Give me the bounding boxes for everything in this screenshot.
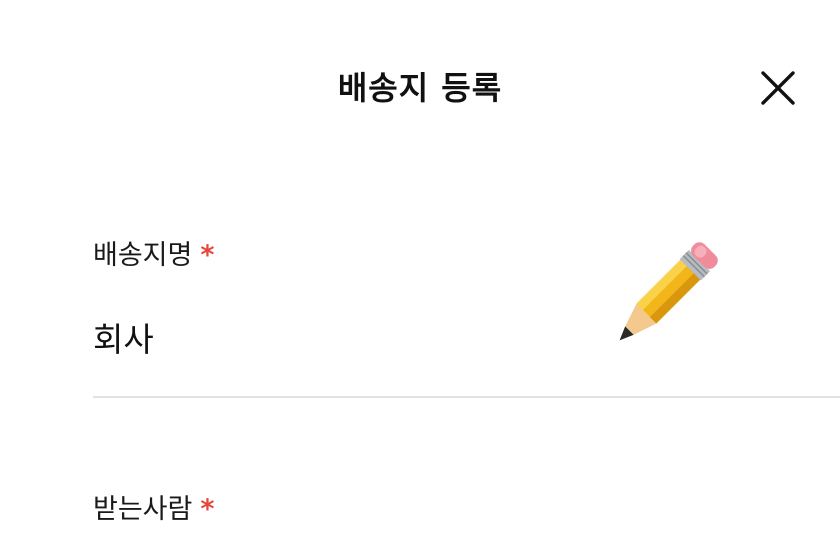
address-name-field[interactable]: 회사 [93, 242, 840, 398]
address-name-label: 배송지명 * [93, 238, 215, 274]
address-name-value[interactable]: 회사 [93, 318, 154, 362]
address-name-label-text: 배송지명 [93, 240, 193, 271]
address-registration-screen: 배송지 등록 배송지명 * 회사 받는사람 * [0, 0, 840, 540]
close-button[interactable] [756, 66, 800, 110]
recipient-label-text: 받는사람 [93, 494, 193, 525]
recipient-label: 받는사람 * [93, 492, 215, 528]
pencil-icon[interactable] [598, 234, 726, 362]
close-icon [761, 71, 795, 105]
page-title: 배송지 등록 [337, 69, 503, 107]
required-mark: * [200, 494, 215, 525]
required-mark: * [200, 240, 215, 271]
